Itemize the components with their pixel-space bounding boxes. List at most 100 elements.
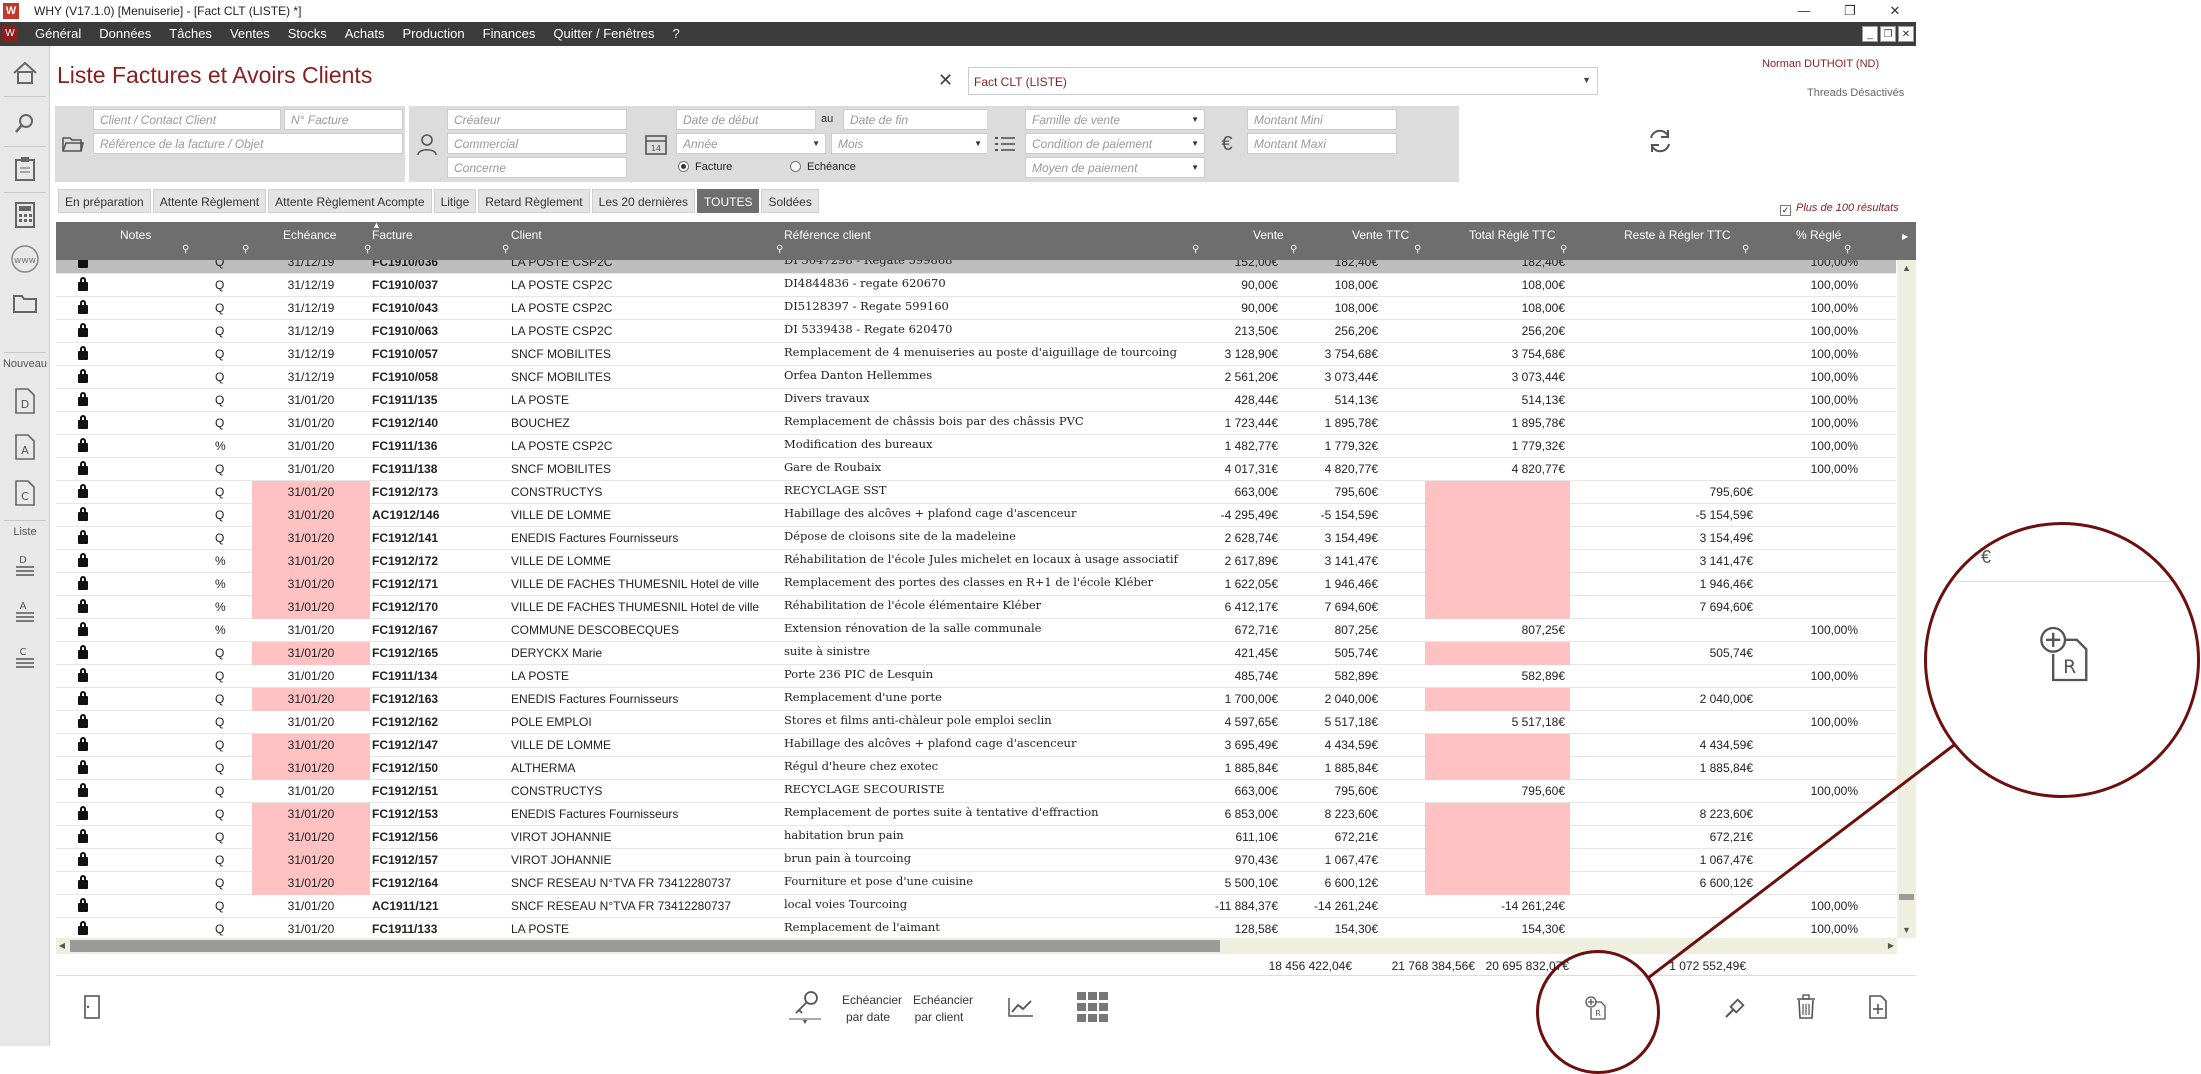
tab-retard-reglement[interactable]: Retard Règlement [478,189,590,213]
close-icon[interactable]: ✕ [1875,2,1915,20]
new-document-d-icon[interactable]: D [8,384,42,418]
col-remaining-ttc[interactable]: Reste à Régler TTC [1624,228,1730,242]
table-row[interactable]: % 31/01/20 FC1912/171 VILLE DE FACHES THUME… [56,573,1896,596]
search-icon[interactable]: ⚲ [182,244,189,255]
table-row[interactable]: Q 31/01/20 FC1912/153 ENEDIS Factures Fourn… [56,803,1896,826]
table-row[interactable]: Q 31/01/20 FC1912/162 POLE EMPLOI Stores et … [56,711,1896,734]
col-invoice[interactable]: Facture [372,228,413,242]
table-row[interactable]: Q 31/12/19 FC1910/058 SNCF MOBILITES Orfea D… [56,366,1896,389]
menu-general[interactable]: Général [26,22,90,46]
client-contact-input[interactable]: Client / Contact Client [93,109,281,130]
new-document-c-icon[interactable]: C [8,476,42,510]
clear-list-icon[interactable]: ✕ [938,70,953,91]
key-icon[interactable]: ▼ [787,988,823,1030]
menu-help[interactable]: ? [664,22,689,46]
menu-production[interactable]: Production [393,22,473,46]
link-icon[interactable] [1723,996,1747,1026]
amount-min-input[interactable]: Montant Mini [1247,109,1397,130]
search-icon[interactable]: ⚲ [1192,244,1199,255]
table-row[interactable]: Q 31/01/20 FC1912/173 CONSTRUCTYS RECYCLAGE … [56,481,1896,504]
menu-quitter-fenetres[interactable]: Quitter / Fenêtres [544,22,663,46]
concerns-input[interactable]: Concerne [447,157,627,178]
clipboard-icon[interactable] [8,152,42,186]
search-icon[interactable]: ⚲ [502,244,509,255]
scroll-left-icon[interactable]: ◀ [56,938,68,954]
table-row[interactable]: Q 31/01/20 FC1911/135 LA POSTE Divers travau… [56,389,1896,412]
mdi-close-icon[interactable]: ✕ [1898,26,1914,42]
tab-les-20-dernieres[interactable]: Les 20 dernières [591,189,696,213]
invoice-number-input[interactable]: N° Facture [284,109,403,130]
month-select[interactable]: Mois ▼ [831,133,988,154]
schedule-by-client-button[interactable]: Echéancier par client [913,992,973,1026]
vertical-scrollbar[interactable]: ▲ ▼ [1897,260,1916,938]
amount-max-input[interactable]: Montant Maxi [1247,133,1397,154]
folder-open-icon[interactable] [55,106,91,182]
mdi-minimize-icon[interactable]: _ [1862,26,1878,42]
creator-input[interactable]: Créateur [447,109,627,130]
col-sale-ttc[interactable]: Vente TTC [1352,228,1409,242]
grid-icon[interactable] [1077,992,1109,1028]
table-row[interactable]: Q 31/12/19 FC1910/037 LA POSTE CSP2C DI48448… [56,274,1896,297]
menu-achats[interactable]: Achats [336,22,394,46]
date-start-input[interactable]: Date de début [676,109,816,130]
table-row[interactable]: Q 31/01/20 FC1912/140 BOUCHEZ Remplacement d… [56,412,1896,435]
table-row[interactable]: Q 31/01/20 FC1912/165 DERYCKX Marie suite à … [56,642,1896,665]
menu-finances[interactable]: Finances [474,22,545,46]
table-row[interactable]: Q 31/12/19 FC1910/063 LA POSTE CSP2C DI 5339… [56,320,1896,343]
col-client-reference[interactable]: Référence client [784,228,871,242]
search-icon[interactable]: ⚲ [242,244,249,255]
search-icon[interactable]: ⚲ [776,244,783,255]
list-icon[interactable] [987,106,1023,182]
search-icon[interactable]: ⚲ [1560,244,1567,255]
col-client[interactable]: Client [511,228,542,242]
menu-donnees[interactable]: Données [90,22,160,46]
new-document-icon[interactable] [1867,994,1889,1026]
search-icon[interactable]: ⚲ [364,244,371,255]
list-a-icon[interactable]: A [8,594,42,628]
table-row[interactable]: Q 31/01/20 FC1912/150 ALTHERMA Régul d'heure… [56,757,1896,780]
col-sale[interactable]: Vente [1253,228,1284,242]
table-row[interactable]: Q 31/01/20 FC1911/133 LA POSTE Remplacement … [56,918,1896,938]
table-row[interactable]: Q 31/01/20 FC1912/147 VILLE DE LOMME Habilla… [56,734,1896,757]
refresh-icon[interactable] [1640,126,1680,162]
col-notes[interactable]: Notes [120,228,151,242]
table-row[interactable]: Q 31/01/20 FC1911/138 SNCF MOBILITES Gare de… [56,458,1896,481]
search-icon[interactable]: ⚲ [1414,244,1421,255]
tab-toutes[interactable]: TOUTES [697,189,760,213]
scrollbar-thumb[interactable] [70,940,1220,952]
radio-invoice[interactable]: Facture [678,161,732,173]
tab-litige[interactable]: Litige [433,189,477,213]
table-row[interactable]: Q 31/01/20 FC1911/134 LA POSTE Porte 236 PIC… [56,665,1896,688]
table-row[interactable]: % 31/01/20 FC1912/167 COMMUNE DESCOBECQUES E… [56,619,1896,642]
invoice-reference-input[interactable]: Référence de la facture / Objet [93,133,403,154]
schedule-by-date-button[interactable]: Echéancier par date [842,992,902,1026]
table-row[interactable]: Q 31/01/20 FC1912/141 ENEDIS Factures Fourn… [56,527,1896,550]
col-due-date[interactable]: Echéance [283,228,336,242]
scroll-down-icon[interactable]: ▼ [1897,922,1916,938]
year-select[interactable]: Année ▼ [676,133,826,154]
table-row[interactable]: Q 31/01/20 FC1912/151 CONSTRUCTYS RECYCLAGE … [56,780,1896,803]
list-selector[interactable]: Fact CLT (LISTE) ▼ [968,67,1598,95]
table-row[interactable]: % 31/01/20 FC1911/136 LA POSTE CSP2C Modific… [56,435,1896,458]
more-results-checkbox[interactable]: ✓ Plus de 100 résultats [1780,202,1899,216]
exit-icon[interactable] [81,994,103,1026]
minimize-icon[interactable]: — [1784,2,1824,20]
calendar-icon[interactable]: 14 [638,106,674,182]
tab-attente-reglement[interactable]: Attente Règlement [152,189,267,213]
home-icon[interactable] [8,56,42,90]
sales-family-select[interactable]: Famille de vente ▼ [1025,109,1205,130]
menu-stocks[interactable]: Stocks [279,22,336,46]
scroll-right-icon[interactable]: ▶ [1885,938,1897,954]
search-icon[interactable] [8,106,42,140]
scroll-right-icon[interactable]: ▶ [1902,232,1908,241]
table-row[interactable]: Q 31/01/20 AC1912/146 VILLE DE LOMME Habilla… [56,504,1896,527]
col-total-paid-ttc[interactable]: Total Réglé TTC [1469,228,1555,242]
person-icon[interactable] [409,106,445,182]
line-chart-icon[interactable] [1007,996,1035,1024]
payment-condition-select[interactable]: Condition de paiement ▼ [1025,133,1205,154]
radio-due[interactable]: Echéance [790,161,856,173]
sales-rep-input[interactable]: Commercial [447,133,627,154]
www-icon[interactable]: www [8,242,42,276]
date-end-input[interactable]: Date de fin [843,109,988,130]
table-row[interactable]: Q 31/01/20 FC1912/163 ENEDIS Factures Fourn… [56,688,1896,711]
